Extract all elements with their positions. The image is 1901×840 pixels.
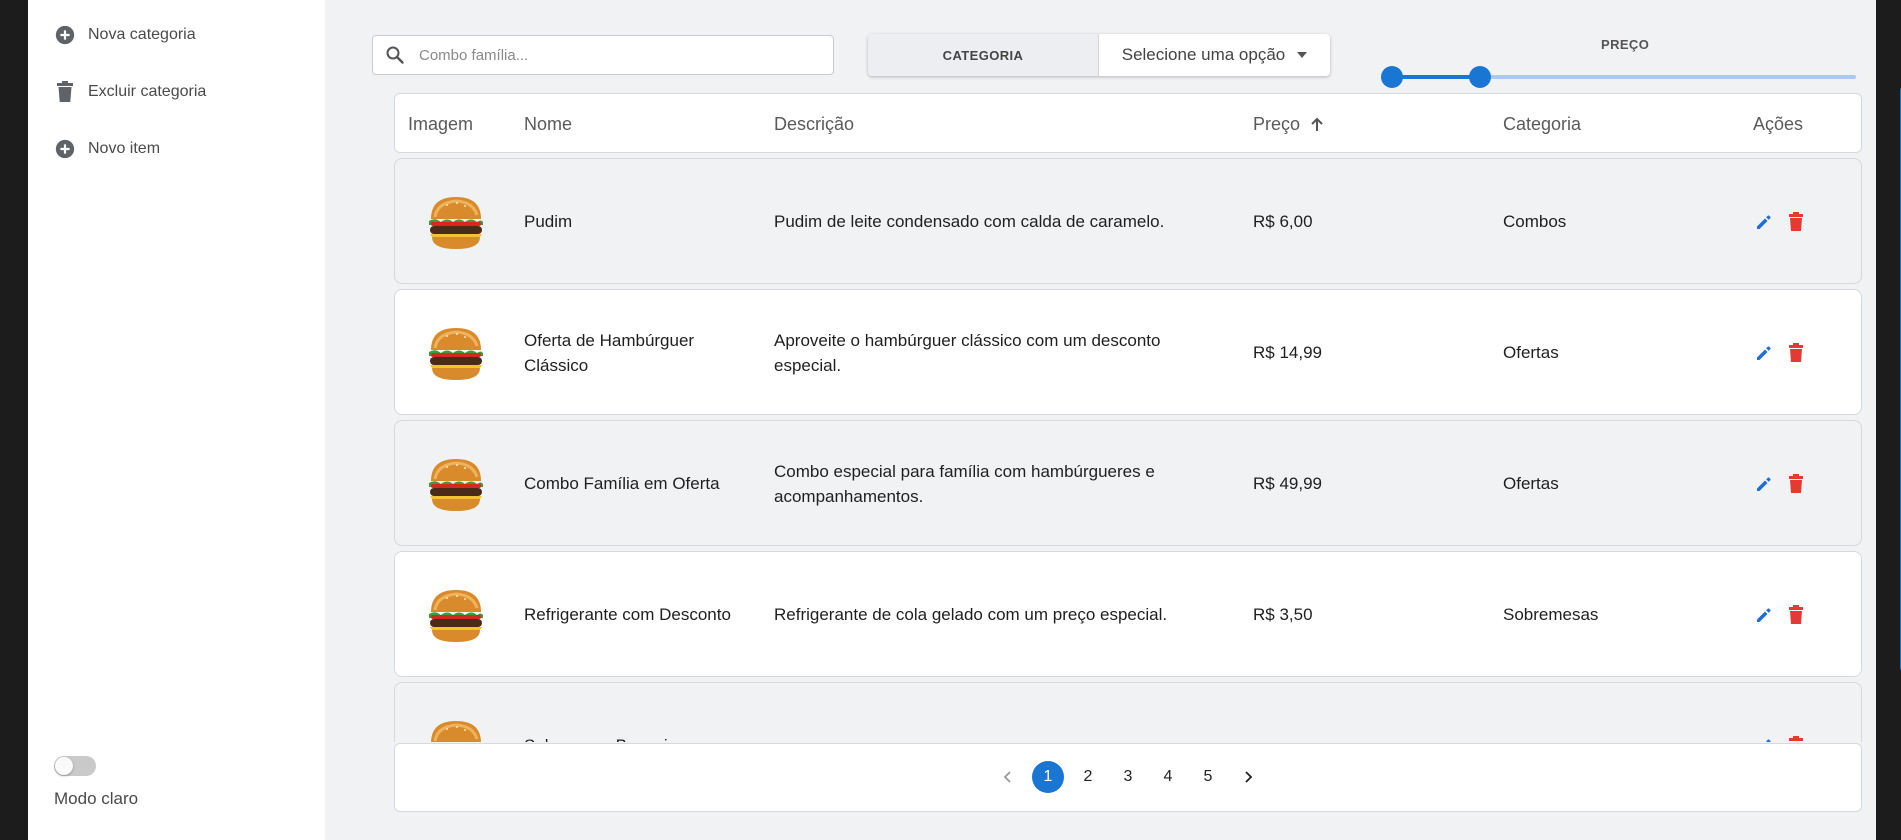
add-circle-icon	[54, 138, 76, 160]
table-row[interactable]: Combo Família em Oferta Combo especial pa…	[394, 420, 1862, 546]
product-image	[425, 715, 487, 742]
row-description: Aproveite o hambúrguer clássico com um d…	[774, 331, 1161, 375]
search-box[interactable]	[372, 35, 834, 75]
column-header-image: Imagem	[408, 114, 474, 134]
price-filter-label: PREÇO	[1601, 37, 1650, 52]
category-select[interactable]: Selecione uma opção	[1099, 34, 1330, 76]
table-row[interactable]: Sobremesa Brownie	[394, 682, 1862, 742]
row-price: R$ 3,50	[1253, 605, 1313, 624]
table-row[interactable]: Pudim Pudim de leite condensado com calda…	[394, 158, 1862, 284]
product-image	[425, 453, 487, 515]
edit-icon[interactable]	[1753, 735, 1775, 742]
dropdown-arrow-icon	[1297, 52, 1308, 58]
row-actions	[1753, 604, 1807, 626]
row-name: Combo Família em Oferta	[524, 474, 720, 493]
row-price: R$ 14,99	[1253, 343, 1322, 362]
row-category: Ofertas	[1503, 343, 1559, 362]
page-button[interactable]: 4	[1152, 761, 1184, 793]
column-header-actions: Ações	[1753, 114, 1804, 134]
trash-icon	[54, 81, 76, 103]
sort-ascending-icon	[1308, 116, 1326, 134]
sidebar-item-label: Excluir categoria	[88, 83, 207, 100]
row-category: Sobremesas	[1503, 605, 1599, 624]
row-description: Refrigerante de cola gelado com um preço…	[774, 605, 1168, 624]
chevron-left-icon[interactable]	[992, 761, 1024, 793]
edit-icon[interactable]	[1753, 342, 1775, 364]
category-select-value: Selecione uma opção	[1121, 45, 1286, 64]
row-category: Combos	[1503, 212, 1567, 231]
row-name: Sobremesa Brownie	[524, 733, 744, 742]
add-circle-icon	[54, 24, 76, 46]
edit-icon[interactable]	[1753, 604, 1775, 626]
trash-icon[interactable]	[1785, 211, 1807, 233]
row-name: Refrigerante com Desconto	[524, 605, 731, 624]
theme-toggle-label: Modo claro	[54, 789, 139, 808]
trash-icon[interactable]	[1785, 735, 1807, 742]
row-description: Pudim de leite condensado com calda de c…	[774, 212, 1165, 231]
search-icon	[385, 45, 405, 65]
toggle-knob	[55, 757, 73, 775]
row-category: Ofertas	[1503, 474, 1559, 493]
row-name: Pudim	[524, 212, 573, 231]
row-price: R$ 49,99	[1253, 474, 1322, 493]
sidebar-item-new-category[interactable]: Nova categoria	[54, 20, 196, 50]
edit-icon[interactable]	[1753, 473, 1775, 495]
edit-icon[interactable]	[1753, 211, 1775, 233]
pagination: 12345	[395, 761, 1861, 793]
column-header-description[interactable]: Descrição	[774, 114, 854, 135]
table-row[interactable]: Refrigerante com Desconto Refrigerante de…	[394, 551, 1862, 677]
trash-icon[interactable]	[1785, 473, 1807, 495]
column-header-price-label: Preço	[1253, 114, 1301, 134]
search-input[interactable]	[419, 46, 819, 64]
product-image	[425, 584, 487, 646]
sidebar-item-label: Novo item	[88, 140, 161, 157]
price-range-slider[interactable]	[1381, 66, 1856, 88]
category-button[interactable]: CATEGORIA	[868, 34, 1099, 76]
slider-thumb-min[interactable]	[1381, 66, 1403, 88]
sidebar-item-delete-category[interactable]: Excluir categoria	[54, 77, 206, 107]
slider-thumb-max[interactable]	[1469, 66, 1492, 88]
column-header-name[interactable]: Nome	[524, 114, 572, 135]
row-price: R$ 6,00	[1253, 212, 1313, 231]
page-button[interactable]: 1	[1032, 761, 1064, 793]
table-body[interactable]: Pudim Pudim de leite condensado com calda…	[394, 158, 1864, 742]
page-button[interactable]: 5	[1192, 761, 1224, 793]
row-actions	[1753, 473, 1807, 495]
row-name: Oferta de Hambúrguer Clássico	[524, 331, 695, 375]
app-window: Nova categoria Excluir categoria Novo it…	[28, 0, 1901, 840]
slider-track	[1392, 75, 1481, 79]
sidebar: Nova categoria Excluir categoria Novo it…	[28, 0, 325, 840]
pagination-bar: 12345	[394, 743, 1862, 812]
sidebar-item-label: Nova categoria	[88, 26, 196, 43]
chevron-right-icon[interactable]	[1232, 761, 1264, 793]
page-button[interactable]: 2	[1072, 761, 1104, 793]
product-image	[425, 322, 487, 384]
category-filter: CATEGORIA Selecione uma opção	[868, 34, 1330, 76]
row-actions	[1753, 342, 1807, 364]
product-image	[425, 191, 487, 253]
row-actions	[1753, 735, 1807, 742]
trash-icon[interactable]	[1785, 604, 1807, 626]
table-row[interactable]: Oferta de Hambúrguer Clássico Aproveite o…	[394, 289, 1862, 415]
trash-icon[interactable]	[1785, 342, 1807, 364]
theme-toggle[interactable]	[54, 756, 96, 776]
page-button[interactable]: 3	[1112, 761, 1144, 793]
row-description: Combo especial para família com hambúrgu…	[774, 462, 1155, 506]
table-header: Imagem Nome Descrição Preço Categoria Aç…	[394, 93, 1862, 153]
column-header-category[interactable]: Categoria	[1503, 114, 1581, 135]
row-actions	[1753, 211, 1807, 233]
sidebar-item-new-item[interactable]: Novo item	[54, 134, 160, 164]
column-header-price[interactable]: Preço	[1253, 114, 1326, 135]
